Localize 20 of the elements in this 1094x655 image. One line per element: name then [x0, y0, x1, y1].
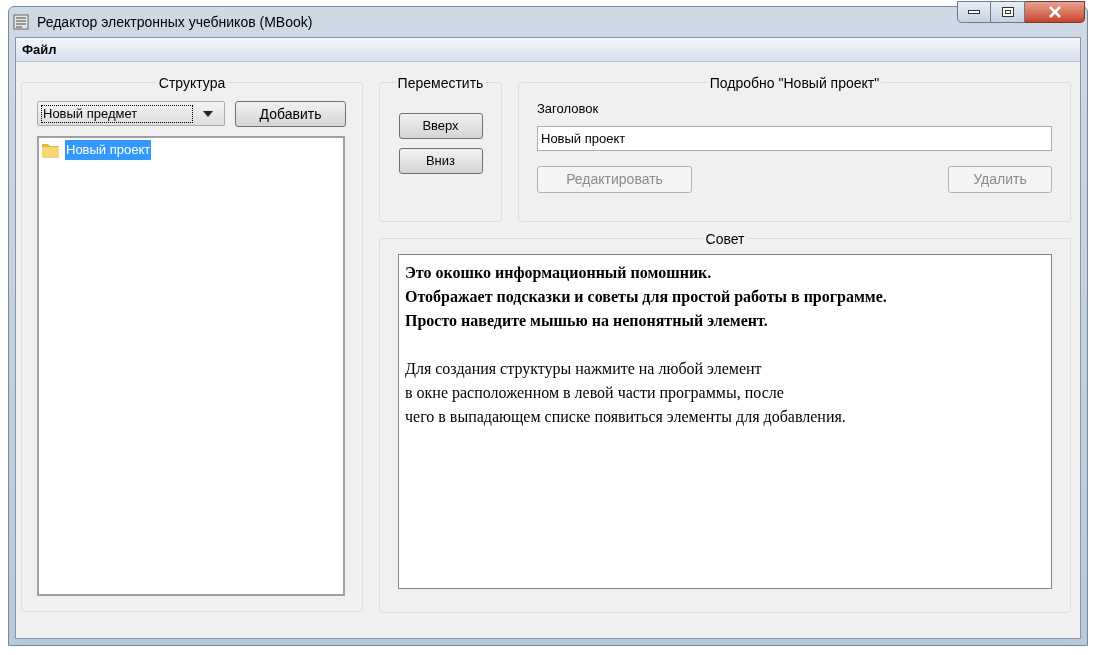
tip-text: Для создания структуры нажмите на любой элемент в окне расположенном в левой части программы, после чего в выпадающем списке появиться элементы для добавления.	[405, 359, 847, 428]
minimize-icon	[968, 10, 980, 14]
tip-text: Это окошко информационный помошник. Отображает подсказки и советы для простой работы в программе. Просто наведите мышью на непонятный элемент.	[405, 263, 888, 332]
dropdown-value: Новый предмет	[41, 104, 193, 123]
move-button[interactable]: Вниз	[398, 148, 483, 174]
window-title: Редактор электронных учебников (MBook)	[37, 12, 313, 32]
field-label: Заголовок	[537, 100, 600, 118]
maximize-icon	[1001, 7, 1014, 17]
move-button[interactable]: Вверх	[398, 113, 483, 139]
maximize-button[interactable]	[991, 1, 1025, 23]
app-icon	[13, 14, 29, 30]
title-field[interactable]: Новый проект	[537, 125, 1052, 151]
close-button[interactable]	[1025, 1, 1085, 23]
group-title: Подробно "Новый проект"	[707, 73, 882, 94]
add-button[interactable]: Добавить	[235, 101, 346, 127]
menu-item[interactable]: Файл	[18, 39, 61, 60]
close-icon	[1047, 6, 1062, 18]
subject-dropdown[interactable]: Новый предмет	[37, 101, 225, 126]
caret-icon	[203, 110, 213, 117]
minimize-button[interactable]	[957, 1, 991, 23]
